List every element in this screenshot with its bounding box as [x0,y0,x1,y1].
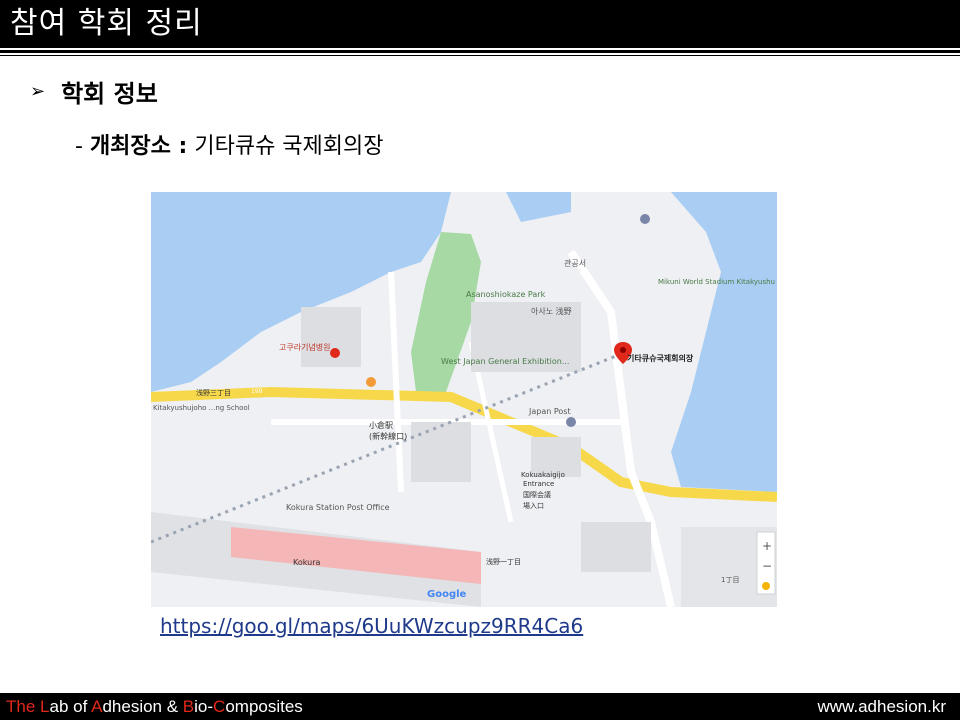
lab-name-part: A [91,697,103,716]
map-label-asano3: 浅野三丁目 [196,388,231,397]
venue-dash: - [75,134,90,159]
google-logo: Google [427,589,467,600]
hospital-icon [330,348,340,358]
destination-pin-label: 기타큐슈국제회의장 [627,353,694,363]
map-label-kokurakaigijo: Kokuakaigijo [521,471,565,479]
map-label-station-sub: (新幹線口) [369,431,407,441]
map-label-mikuni: Mikuni World Stadium Kitakyushu [658,278,775,286]
map-label-entrance: Entrance [523,480,554,488]
lab-name-part: he [16,697,41,716]
lab-name: The Lab of Adhesion & Bio-Composites [6,697,303,717]
lab-name-part: T [6,697,17,716]
map-image[interactable]: Asanoshiokaze Park West Japan General Ex… [151,192,777,607]
lab-name-part: L [40,697,50,716]
map-label-school: Kitakyushujoho ...ng School [153,404,250,412]
map-label-kokura-station: Kokura Station Post Office [286,503,390,512]
section-heading: ➢ 학회 정보 [30,74,158,109]
header-divider-thin [0,55,960,56]
restaurant-icon [366,377,376,387]
venue-label: 개최장소 : [89,134,188,159]
map-label-west-japan: West Japan General Exhibition... [441,357,569,366]
map-url-link[interactable]: https://goo.gl/maps/6UuKWzcupz9RR4Ca6 [160,614,583,638]
venue-value: 기타큐슈 국제회의장 [187,134,384,159]
lab-name-part: io- [194,697,214,716]
poi-marker-icon [566,417,576,427]
lab-name-part: ab of [49,697,92,716]
map-label-kokura: Kokura [293,558,320,567]
street-view-icon[interactable] [762,582,770,590]
website-url[interactable]: www.adhesion.kr [817,697,946,717]
map-label-asano1: 浅野一丁目 [486,557,521,566]
lab-name-part: C [213,697,226,716]
lab-name-part: dhesion & [102,697,183,716]
lab-name-part: B [182,697,195,716]
map-label-station-jp: 小倉駅 [369,420,393,430]
lab-name-part: omposites [225,697,303,716]
header-bar: 참여 학회 정리 [0,0,960,48]
map-label-hospital: 고쿠라기념병원 [279,343,331,352]
footer-bar: The Lab of Adhesion & Bio-Composites www… [0,693,960,720]
zoom-out-button[interactable]: − [762,559,772,573]
map-label-chome: 1丁目 [721,576,739,584]
map-label-iriguchi: 場入口 [523,501,544,510]
map-svg: Asanoshiokaze Park West Japan General Ex… [151,192,777,607]
map-label-gov: 관공서 [564,258,586,268]
header-divider-thick [0,50,960,53]
arrow-bullet-icon: ➢ [30,81,46,102]
map-label-park: Asanoshiokaze Park [466,290,546,299]
map-route-number: 199 [251,388,263,395]
page-title: 참여 학회 정리 [10,6,203,41]
venue-line: - 개최장소 : 기타큐슈 국제회의장 [75,128,384,160]
map-label-kokusai: 国際会議 [523,490,551,499]
map-label-japan-post: Japan Post [528,407,571,416]
section-heading-text: 학회 정보 [61,80,158,108]
zoom-in-button[interactable]: + [762,539,772,553]
parking-icon [640,214,650,224]
map-label-asano: 아사노 浅野 [531,306,572,316]
